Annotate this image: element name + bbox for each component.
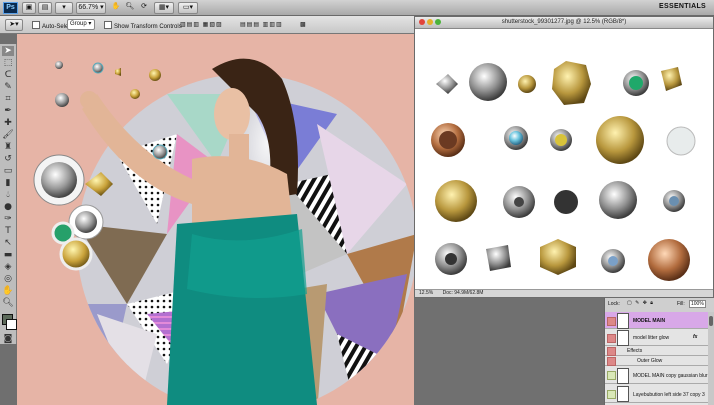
- blur-tool-icon[interactable]: 💧︎: [2, 190, 14, 200]
- photoshop-logo: Ps: [3, 2, 18, 14]
- hand-tool-icon[interactable]: ✋: [110, 2, 122, 14]
- layer-row[interactable]: MODEL MAIN copy gaussian blur: [605, 366, 709, 384]
- quick-select-tool-icon[interactable]: ✎: [2, 82, 14, 92]
- distribute-buttons[interactable]: ▤▤▤ ▥▥▥: [240, 21, 283, 28]
- fx-icon[interactable]: fx: [693, 334, 697, 340]
- layer-name: Layebubution left side 37 copy 3: [633, 392, 705, 398]
- close-window-icon[interactable]: [419, 19, 425, 25]
- clone-stamp-tool-icon[interactable]: ♜: [2, 142, 14, 152]
- history-brush-tool-icon[interactable]: ↺: [2, 154, 14, 164]
- brush-tool-icon[interactable]: 🖌︎: [2, 130, 14, 140]
- lasso-tool-icon[interactable]: ᑕ: [2, 70, 14, 80]
- document-status-bar: 12.5% Doc: 94.9M/62.8M: [415, 289, 713, 297]
- pen-tool-icon[interactable]: ✑: [2, 214, 14, 224]
- 3d-orbit-tool-icon[interactable]: ◎: [2, 274, 14, 284]
- shape-tool-icon[interactable]: ▬: [2, 250, 14, 260]
- crop-tool-icon[interactable]: ⌗: [2, 94, 14, 104]
- application-bar: Ps ▣ ▤ ▾ 66.7% ▾ ✋ 🔍︎ ⟳ ▦▾ ▭▾ ESSENTIALS: [0, 0, 714, 16]
- show-transform-label: Show Transform Controls: [114, 24, 182, 30]
- layer-row[interactable]: MODEL MAIN: [605, 312, 709, 329]
- document-canvas[interactable]: [416, 29, 712, 291]
- layer-name: MODEL MAIN copy gaussian blur: [633, 373, 708, 379]
- visibility-eye-icon[interactable]: [607, 347, 616, 356]
- layer-row[interactable]: model litter glow fx: [605, 329, 709, 346]
- effects-row[interactable]: Effects: [605, 346, 709, 356]
- fill-label: Fill:: [677, 301, 685, 307]
- layer-thumbnail: [617, 313, 629, 329]
- layers-lock-bar: Lock: ▢ ✎ ✥ 🔒︎ Fill: 100%: [605, 298, 714, 313]
- quick-mask-icon[interactable]: ◙: [2, 334, 14, 344]
- type-tool-icon[interactable]: T: [2, 226, 14, 236]
- path-selection-tool-icon[interactable]: ↖: [2, 238, 14, 248]
- layer-thumbnail: [617, 330, 629, 346]
- arrange-documents-button[interactable]: ▦▾: [154, 2, 174, 14]
- layers-scroll-thumb[interactable]: [709, 316, 713, 326]
- arrange-button[interactable]: ▾: [55, 2, 73, 14]
- visibility-eye-icon[interactable]: [607, 371, 616, 380]
- zoom-tool-icon[interactable]: 🔍︎: [2, 298, 14, 308]
- tools-panel: ➤ ⬚ ᑕ ✎ ⌗ ✒ ✚ 🖌︎ ♜ ↺ ▭ ▮ 💧︎ ● ✑ T ↖ ▬ ◈ …: [0, 44, 17, 344]
- marquee-tool-icon[interactable]: ⬚: [2, 58, 14, 68]
- canvas-artwork: [33, 58, 414, 405]
- background-color-swatch[interactable]: [6, 319, 17, 330]
- status-zoom: 12.5%: [419, 290, 434, 296]
- layer-name: model litter glow: [633, 335, 670, 341]
- effect-name: Outer Glow: [637, 358, 663, 364]
- zoom-window-icon[interactable]: [435, 19, 441, 25]
- lock-icons[interactable]: ▢ ✎ ✥ 🔒︎: [627, 300, 654, 306]
- effects-label: Effects: [627, 348, 643, 354]
- layer-name: MODEL MAIN: [633, 318, 666, 324]
- 3d-rotate-tool-icon[interactable]: ◈: [2, 262, 14, 272]
- auto-align-buttons[interactable]: ▩: [300, 21, 307, 28]
- layer-thumbnail: [617, 368, 629, 384]
- minimize-window-icon[interactable]: [427, 19, 433, 25]
- layer-row[interactable]: Layebubution left side 37 copy 3: [605, 384, 709, 403]
- visibility-eye-icon[interactable]: [607, 334, 616, 343]
- screen-mode-button[interactable]: ▭▾: [178, 2, 198, 14]
- rotate-view-icon[interactable]: ⟳: [138, 2, 150, 14]
- effect-row[interactable]: Outer Glow: [605, 356, 709, 366]
- document-title: shutterstock_99301277.jpg @ 12.5% (RGB/8…: [501, 19, 627, 25]
- lock-label: Lock:: [608, 301, 620, 307]
- mini-bridge-button[interactable]: ▤: [38, 2, 52, 14]
- move-tool-icon[interactable]: ➤: [2, 46, 14, 56]
- auto-select-value: Group: [70, 21, 87, 27]
- fill-value[interactable]: 100%: [689, 300, 706, 308]
- status-doc-size: Doc: 94.9M/62.8M: [442, 290, 484, 296]
- show-transform-checkbox[interactable]: Show Transform Controls: [104, 21, 182, 30]
- visibility-eye-icon[interactable]: [607, 317, 616, 326]
- workspace-switcher[interactable]: ESSENTIALS: [659, 3, 706, 10]
- panel-dock-gap: [414, 298, 604, 405]
- zoom-level-select[interactable]: 66.7% ▾: [76, 2, 106, 14]
- healing-brush-tool-icon[interactable]: ✚: [2, 118, 14, 128]
- align-buttons[interactable]: ▥▤▥ ▦▧▨: [180, 21, 223, 28]
- eraser-tool-icon[interactable]: ▭: [2, 166, 14, 176]
- studs-artwork: [431, 61, 696, 281]
- visibility-eye-icon[interactable]: [607, 390, 616, 399]
- document-window: shutterstock_99301277.jpg @ 12.5% (RGB/8…: [414, 16, 714, 298]
- main-canvas[interactable]: [17, 34, 414, 405]
- visibility-eye-icon[interactable]: [607, 357, 616, 366]
- move-tool-preset-icon[interactable]: ➤▾: [5, 19, 23, 31]
- hand-tool-icon[interactable]: ✋: [2, 286, 14, 296]
- gradient-tool-icon[interactable]: ▮: [2, 178, 14, 188]
- checkbox-icon: [32, 21, 40, 29]
- eyedropper-tool-icon[interactable]: ✒: [2, 106, 14, 116]
- auto-select-dropdown[interactable]: Group ▾: [67, 19, 95, 30]
- document-title-bar[interactable]: shutterstock_99301277.jpg @ 12.5% (RGB/8…: [415, 17, 713, 29]
- layers-panel: Lock: ▢ ✎ ✥ 🔒︎ Fill: 100% MODEL MAIN mod…: [604, 298, 714, 405]
- zoom-level: 66.7%: [78, 4, 99, 11]
- zoom-tool-icon[interactable]: 🔍︎: [124, 2, 136, 14]
- checkbox-icon: [104, 21, 112, 29]
- layer-thumbnail: [617, 386, 629, 402]
- dodge-tool-icon[interactable]: ●: [2, 202, 14, 212]
- bridge-button[interactable]: ▣: [22, 2, 36, 14]
